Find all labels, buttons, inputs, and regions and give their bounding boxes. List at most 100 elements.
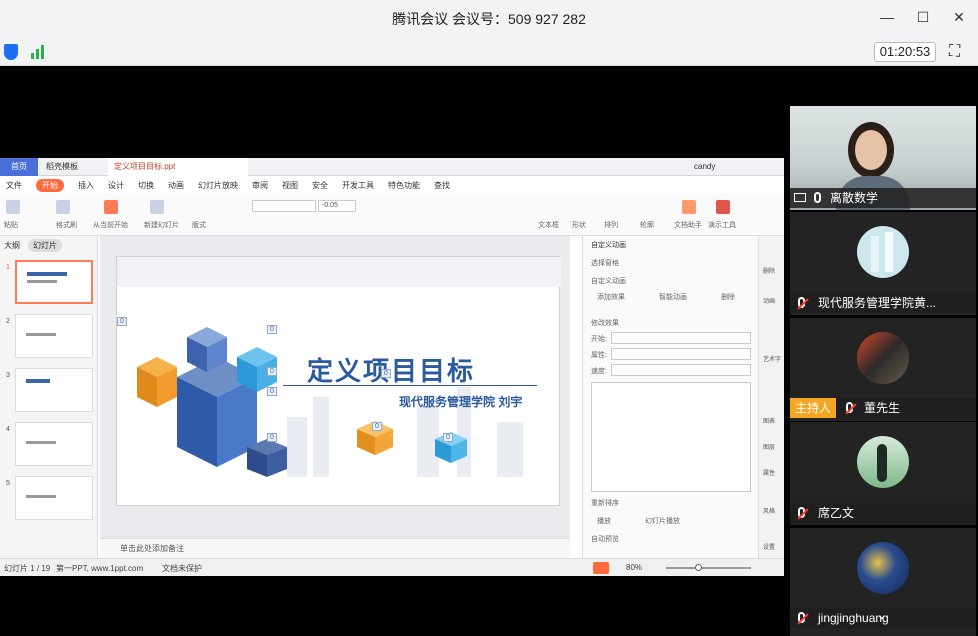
animation-marker[interactable]: 0: [267, 433, 277, 442]
slide-thumbnail[interactable]: [15, 476, 93, 520]
meeting-status-bar: 01:20:53 ⛶: [0, 38, 978, 66]
doc-protection[interactable]: 文档未保护: [162, 563, 202, 574]
sidebar-settings[interactable]: 设置: [763, 542, 775, 551]
animation-marker[interactable]: 0: [267, 325, 277, 334]
paste-icon[interactable]: [6, 200, 20, 214]
slide-thumbnail[interactable]: [15, 368, 93, 412]
new-slide-icon[interactable]: [150, 200, 164, 214]
section-modify-effect: 修改效果: [591, 320, 619, 327]
menu-security[interactable]: 安全: [312, 180, 328, 191]
font-name-field[interactable]: [252, 200, 316, 212]
network-signal-icon[interactable]: [31, 43, 47, 59]
sidebar-wordart[interactable]: 艺术字: [763, 354, 781, 363]
zoom-slider[interactable]: [666, 567, 751, 569]
reorder-label: 重新排序: [591, 500, 619, 507]
format-painter-label: 格式刷: [56, 222, 77, 229]
menu-slideshow[interactable]: 幻灯片放映: [198, 180, 238, 191]
animation-marker[interactable]: 0: [443, 433, 453, 442]
security-shield-icon[interactable]: [4, 44, 18, 60]
animation-list[interactable]: [591, 382, 751, 492]
animation-marker[interactable]: 0: [117, 317, 127, 326]
zoom-slider-knob[interactable]: [695, 564, 702, 571]
menu-features[interactable]: 特色功能: [388, 180, 420, 191]
doc-assistant-label: 文档助手: [674, 222, 702, 229]
participant-namebar: 现代服务管理学院黄...: [790, 293, 976, 313]
tab-docer[interactable]: 稻壳模板: [40, 158, 100, 176]
add-effect-button[interactable]: 添加效果: [597, 292, 625, 302]
fullscreen-icon[interactable]: ⛶: [949, 43, 960, 61]
slide-divider: [283, 385, 537, 386]
wps-menu-bar: 文件 开始 插入 设计 切换 动画 幻灯片放映 审阅 视图 安全 开发工具 特色…: [0, 176, 784, 194]
sidebar-property[interactable]: 属性: [763, 468, 775, 477]
avatar: [857, 332, 909, 384]
host-badge: 主持人: [790, 398, 836, 418]
font-size-field[interactable]: -0.05: [318, 200, 356, 212]
menu-transition[interactable]: 切换: [138, 180, 154, 191]
close-icon[interactable]: ✕: [950, 8, 968, 26]
participant-name: 离散数学: [830, 191, 879, 205]
slide-thumbnail[interactable]: [15, 314, 93, 358]
menu-home[interactable]: 开始: [36, 178, 64, 192]
doc-assistant-icon[interactable]: [682, 200, 696, 214]
presentation-tools-icon[interactable]: [716, 200, 730, 214]
animation-marker[interactable]: 0: [267, 387, 277, 396]
smart-animation-button[interactable]: 智能动画: [659, 292, 687, 302]
tab-slides[interactable]: 幻灯片: [28, 238, 62, 252]
participant-name: 席乙文: [818, 506, 855, 520]
chevron-down-icon[interactable]: ⌄: [876, 606, 888, 623]
start-label: 开始:: [591, 336, 607, 343]
tab-document[interactable]: 定义项目目标.ppt: [108, 158, 248, 176]
notes-area[interactable]: 单击此处添加备注: [100, 538, 570, 558]
sidebar-style[interactable]: 风格: [763, 506, 775, 515]
format-painter-icon[interactable]: [56, 200, 70, 214]
sidebar-animation[interactable]: 动画: [763, 296, 775, 305]
speed-select[interactable]: [611, 364, 751, 376]
mic-muted-icon: [846, 402, 853, 413]
participant-name: 现代服务管理学院黄...: [818, 296, 937, 310]
animation-marker[interactable]: 0: [372, 422, 382, 431]
slide-subtitle[interactable]: 现代服务管理学院 刘宇: [399, 393, 522, 410]
autopreview-checkbox[interactable]: 自动预览: [591, 534, 619, 544]
delete-button[interactable]: 删除: [721, 292, 735, 302]
animation-marker[interactable]: 0: [381, 369, 391, 378]
animation-marker[interactable]: 0: [267, 367, 277, 376]
menu-search[interactable]: 查找: [434, 180, 450, 191]
slide-thumbnail[interactable]: [15, 422, 93, 466]
menu-design[interactable]: 设计: [108, 180, 124, 191]
select-pane-button[interactable]: 选择窗格: [591, 258, 619, 268]
menu-animation[interactable]: 动画: [168, 180, 184, 191]
slide[interactable]: 定义项目目标 现代服务管理学院 刘宇 0 0 0 0 0 0 0 0: [116, 256, 561, 506]
start-select[interactable]: [611, 332, 751, 344]
slide-number: 3: [6, 372, 10, 379]
zoom-level[interactable]: 80%: [626, 563, 642, 572]
play-from-current-label: 从当前开始: [93, 222, 128, 229]
paste-label: 粘贴: [4, 222, 18, 229]
slide-canvas: 定义项目目标 现代服务管理学院 刘宇 0 0 0 0 0 0 0 0: [100, 236, 570, 538]
maximize-icon[interactable]: ☐: [914, 8, 932, 26]
slide-title[interactable]: 定义项目目标: [307, 351, 475, 388]
theme-name: 第一PPT, www.1ppt.com: [56, 564, 144, 573]
mic-icon: [814, 192, 821, 203]
menu-file[interactable]: 文件: [6, 180, 22, 191]
slide-thumbnail[interactable]: [15, 260, 93, 304]
sidebar-delete[interactable]: 删除: [763, 266, 775, 275]
menu-view[interactable]: 视图: [282, 180, 298, 191]
sidebar-chart[interactable]: 图表: [763, 416, 775, 425]
menu-review[interactable]: 审阅: [252, 180, 268, 191]
window-controls: — ☐ ✕: [878, 8, 968, 26]
tab-outline[interactable]: 大纲: [4, 240, 20, 251]
slide-number: 1: [6, 264, 10, 271]
account-name[interactable]: candy: [694, 158, 715, 176]
slideshow-button[interactable]: 幻灯片播放: [645, 516, 680, 526]
play-button[interactable]: 播放: [597, 516, 611, 526]
menu-insert[interactable]: 插入: [78, 180, 94, 191]
avatar: [857, 542, 909, 594]
property-select[interactable]: [611, 348, 751, 360]
tab-home[interactable]: 首页: [0, 158, 38, 176]
sidebar-layer[interactable]: 图层: [763, 442, 775, 451]
play-slideshow-icon[interactable]: [593, 562, 609, 574]
participant-name: 董先生: [864, 401, 901, 415]
play-from-current-icon[interactable]: [104, 200, 118, 214]
minimize-icon[interactable]: —: [878, 8, 896, 26]
menu-developer[interactable]: 开发工具: [342, 180, 374, 191]
